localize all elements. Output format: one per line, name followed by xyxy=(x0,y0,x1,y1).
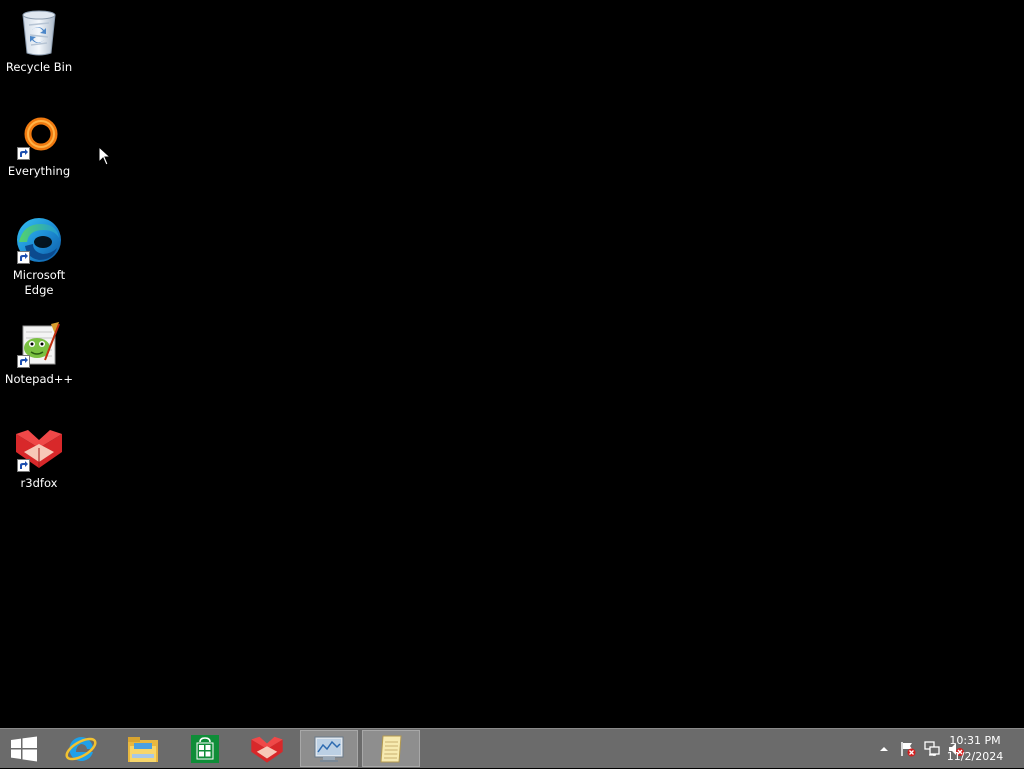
desktop-icon-r3dfox[interactable]: r3dfox xyxy=(1,422,77,491)
taskbar-store[interactable] xyxy=(176,730,234,767)
taskbar-notepad[interactable] xyxy=(362,730,420,767)
desktop-icon-everything[interactable]: Everything xyxy=(1,110,77,179)
internet-explorer-icon xyxy=(65,736,97,761)
action-center-flag-icon[interactable] xyxy=(900,741,916,757)
everything-icon xyxy=(13,110,65,162)
shortcut-arrow-icon xyxy=(17,147,30,160)
edge-icon xyxy=(13,214,65,266)
shortcut-arrow-icon xyxy=(17,251,30,264)
taskbar-resource-monitor[interactable] xyxy=(300,730,358,767)
shortcut-arrow-icon xyxy=(17,355,30,368)
desktop-icon-label: Microsoft Edge xyxy=(12,268,66,297)
notepad-icon xyxy=(380,735,402,762)
r3dfox-icon xyxy=(251,736,283,763)
desktop-icon-microsoft-edge[interactable]: Microsoft Edge xyxy=(1,214,77,298)
clock[interactable]: 10:31 PM 11/2/2024 xyxy=(940,733,1010,765)
desktop-icon-label: r3dfox xyxy=(20,476,58,490)
clock-time: 10:31 PM xyxy=(949,734,1001,747)
desktop-icon-label: Everything xyxy=(7,164,71,178)
desktop[interactable]: Recycle Bin Everything Microsoft Edge No… xyxy=(0,0,1024,728)
taskbar-internet-explorer[interactable] xyxy=(52,730,110,767)
desktop-icon-label: Notepad++ xyxy=(4,372,74,386)
clock-date: 11/2/2024 xyxy=(946,750,1004,763)
resource-monitor-icon xyxy=(314,736,344,762)
windows-start-icon xyxy=(11,736,37,761)
desktop-icon-notepad-plus-plus[interactable]: Notepad++ xyxy=(1,318,77,387)
network-icon[interactable] xyxy=(924,741,940,757)
start-button[interactable] xyxy=(0,730,48,767)
store-icon xyxy=(191,734,219,763)
taskbar: 10:31 PM 11/2/2024 xyxy=(0,728,1024,768)
desktop-icon-recycle-bin[interactable]: Recycle Bin xyxy=(1,6,77,75)
desktop-icon-label: Recycle Bin xyxy=(5,60,73,74)
notepad-plus-plus-icon xyxy=(13,318,65,370)
r3dfox-icon xyxy=(13,422,65,474)
taskbar-r3dfox[interactable] xyxy=(238,730,296,767)
mouse-cursor-icon xyxy=(98,146,112,166)
recycle-bin-icon xyxy=(13,6,65,58)
file-explorer-icon xyxy=(128,736,158,762)
taskbar-file-explorer[interactable] xyxy=(114,730,172,767)
shortcut-arrow-icon xyxy=(17,459,30,472)
system-tray: 10:31 PM 11/2/2024 xyxy=(844,729,1024,769)
show-hidden-icons-chevron[interactable] xyxy=(876,741,892,757)
